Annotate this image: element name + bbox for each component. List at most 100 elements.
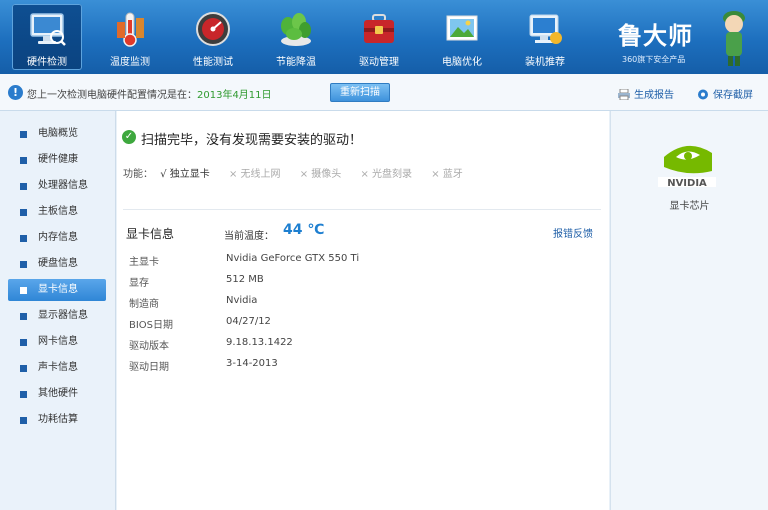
sidebar-item-memory-info[interactable]: 内存信息: [8, 227, 106, 249]
rescan-button[interactable]: 重新扫描: [330, 83, 390, 102]
temperature-value: 44 ℃: [283, 222, 325, 238]
sidebar-item-cpu-info[interactable]: 处理器信息: [8, 175, 106, 197]
function-list: 功能： √ 独立显卡 × 无线上网 × 摄像头 × 光盘刻录 × 蓝牙: [123, 165, 479, 180]
bullet-icon: [20, 391, 27, 398]
tool-temperature[interactable]: 温度监测: [95, 4, 165, 70]
tool-label: 装机推荐: [525, 57, 565, 68]
save-screenshot-label: 保存截屏: [713, 90, 753, 101]
bullet-icon: [20, 209, 27, 216]
save-screenshot-link[interactable]: 保存截屏: [697, 86, 753, 101]
thermometer-icon: [117, 12, 144, 47]
tool-label: 性能测试: [193, 57, 233, 68]
sidebar-item-other-hardware[interactable]: 其他硬件: [8, 383, 106, 405]
sidebar-item-label: 声卡信息: [38, 362, 78, 373]
info-icon: !: [8, 85, 23, 100]
tool-label: 驱动管理: [359, 57, 399, 68]
tool-label: 硬件检测: [27, 57, 67, 68]
section-title: 显卡信息: [126, 227, 175, 241]
sidebar-item-network-info[interactable]: 网卡信息: [8, 331, 106, 353]
function-bluetooth: × 蓝牙: [431, 169, 463, 180]
detail-key: BIOS日期: [129, 320, 174, 331]
bullet-icon: [20, 287, 27, 294]
nvidia-wordmark-icon: NVIDIA: [667, 178, 707, 189]
sidebar-item-monitor-info[interactable]: 显示器信息: [8, 305, 106, 327]
leaf-icon: [281, 13, 311, 46]
detail-key: 驱动版本: [129, 341, 169, 352]
bullet-icon: [20, 365, 27, 372]
detail-key: 主显卡: [129, 257, 159, 268]
bullet-icon: [20, 131, 27, 138]
sidebar-item-label: 功耗估算: [38, 414, 78, 425]
picture-icon: [446, 15, 478, 41]
brand-name: 鲁大师: [618, 21, 693, 50]
detail-row: 主显卡 Nvidia GeForce GTX 550 Ti: [129, 251, 569, 271]
tool-pc-optimization[interactable]: 电脑优化: [427, 4, 497, 70]
tool-energy-saving[interactable]: 节能降温: [261, 4, 331, 70]
sidebar-item-label: 其他硬件: [38, 388, 78, 399]
bullet-icon: [20, 313, 27, 320]
detail-key: 驱动日期: [129, 362, 169, 373]
tool-hardware-check[interactable]: 硬件检测: [12, 4, 82, 70]
sidebar-item-label: 硬件健康: [38, 154, 78, 165]
bullet-icon: [20, 183, 27, 190]
sidebar-item-label: 电脑概览: [38, 128, 78, 139]
monitor-icon: [30, 13, 66, 46]
detail-row: 制造商 Nvidia: [129, 293, 569, 313]
detail-row: 驱动日期 3-14-2013: [129, 356, 569, 376]
tool-label: 温度监测: [110, 57, 150, 68]
temperature-label: 当前温度：: [224, 231, 274, 242]
detail-value: 512 MB: [226, 274, 264, 285]
sidebar-item-label: 显示器信息: [38, 310, 88, 321]
detail-row: 显存 512 MB: [129, 272, 569, 292]
printer-icon: [618, 89, 630, 100]
top-toolbar: 硬件检测 温度监测 性能测试 节能降温 驱动管理 电脑优化 装机推荐 鲁大师 3…: [0, 0, 768, 74]
sidebar-item-label: 网卡信息: [38, 336, 78, 347]
chip-label: 显卡芯片: [669, 201, 710, 212]
sidebar-item-label: 内存信息: [38, 232, 78, 243]
sidebar-item-motherboard-info[interactable]: 主板信息: [8, 201, 106, 223]
status-bar: ! 您上一次检测电脑硬件配置情况是在：2013年4月11日 重新扫描 生成报告 …: [0, 74, 768, 111]
tool-label: 节能降温: [276, 57, 316, 68]
main-panel: ✓ 扫描完毕，没有发现需要安装的驱动！ 功能： √ 独立显卡 × 无线上网 × …: [117, 111, 609, 510]
sidebar-item-power-estimate[interactable]: 功耗估算: [8, 409, 106, 431]
bullet-icon: [20, 235, 27, 242]
sidebar-item-sound-info[interactable]: 声卡信息: [8, 357, 106, 379]
function-camera: × 摄像头: [299, 169, 342, 180]
functions-label: 功能：: [123, 169, 153, 180]
detail-key: 制造商: [129, 299, 159, 310]
bullet-icon: [20, 261, 27, 268]
computer-icon: [529, 14, 562, 44]
tool-label: 电脑优化: [442, 57, 482, 68]
last-check-prefix: 您上一次检测电脑硬件配置情况是在：: [27, 90, 197, 101]
chip-panel: NVIDIA 显卡芯片: [610, 111, 768, 510]
last-check-text: 您上一次检测电脑硬件配置情况是在：2013年4月11日: [27, 86, 272, 101]
sidebar-item-hardware-health[interactable]: 硬件健康: [8, 149, 106, 171]
function-wireless: × 无线上网: [228, 169, 281, 180]
last-check-date: 2013年4月11日: [197, 90, 272, 101]
tool-build-recommendation[interactable]: 装机推荐: [510, 4, 580, 70]
detail-row: BIOS日期 04/27/12: [129, 314, 569, 334]
detail-value: 9.18.13.1422: [226, 337, 293, 348]
sidebar-item-label: 处理器信息: [38, 180, 88, 191]
nvidia-logo: NVIDIA: [658, 145, 716, 189]
sidebar-item-label: 主板信息: [38, 206, 78, 217]
detail-value: 04/27/12: [226, 316, 271, 327]
detail-key: 显存: [129, 278, 149, 289]
sidebar-item-pc-overview[interactable]: 电脑概览: [8, 123, 106, 145]
divider: [123, 209, 601, 210]
sidebar-item-label: 硬盘信息: [38, 258, 78, 269]
brand-slogan: 360旗下安全产品: [622, 55, 686, 64]
tool-performance[interactable]: 性能测试: [178, 4, 248, 70]
detail-value: Nvidia GeForce GTX 550 Ti: [226, 253, 360, 264]
report-error-link[interactable]: 报错反馈: [553, 225, 593, 240]
brand-logo: 鲁大师 360旗下安全产品: [618, 4, 748, 70]
toolbox-icon: [364, 14, 394, 43]
generate-report-link[interactable]: 生成报告: [618, 86, 674, 101]
sidebar-item-disk-info[interactable]: 硬盘信息: [8, 253, 106, 275]
bullet-icon: [20, 417, 27, 424]
scan-result-message: 扫描完毕，没有发现需要安装的驱动！: [141, 133, 363, 148]
tool-driver-management[interactable]: 驱动管理: [344, 4, 414, 70]
sidebar-item-graphics-info[interactable]: 显卡信息: [8, 279, 106, 301]
mascot-icon: [723, 11, 745, 66]
function-discrete-graphics: √ 独立显卡: [160, 169, 210, 180]
